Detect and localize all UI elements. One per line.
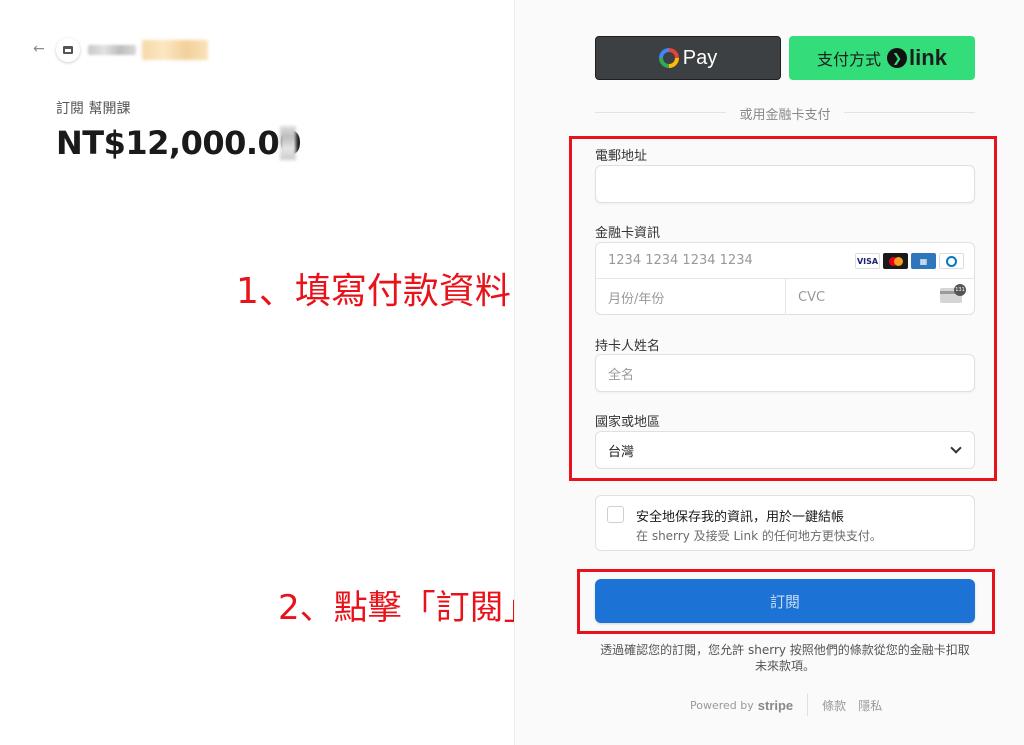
stripe-logo[interactable]: stripe	[758, 698, 793, 713]
product-name: 訂閱 幫開課	[56, 101, 131, 117]
link-pay-label: 支付方式	[817, 50, 882, 69]
link-wordmark: link	[909, 45, 947, 70]
store-icon	[63, 46, 73, 54]
checkout-page: ← 訂閱 幫開課 NT$12,000.00 1、填寫付款資料 2、點擊「訂閱」 …	[0, 0, 1024, 745]
annotation-box-form	[569, 136, 997, 481]
gpay-label: Pay	[682, 46, 718, 69]
annotation-step1: 1、填寫付款資料	[236, 271, 511, 312]
annotation-box-subscribe	[577, 569, 995, 634]
order-summary-panel: ← 訂閱 幫開課 NT$12,000.00 1、填寫付款資料 2、點擊「訂閱」	[0, 0, 538, 745]
save-info-box[interactable]: 安全地保存我的資訊，用於一鍵結帳 在 sherry 及接受 Link 的任何地方…	[595, 495, 975, 551]
link-pay-button[interactable]: 支付方式 ❯ link	[789, 36, 975, 80]
save-info-title: 安全地保存我的資訊，用於一鍵結帳	[636, 510, 845, 525]
google-pay-button[interactable]: Pay	[595, 36, 781, 80]
blurred-merchant-name	[88, 45, 136, 55]
footer-separator	[807, 694, 809, 716]
save-info-checkbox[interactable]	[607, 506, 624, 523]
google-g-icon	[658, 48, 679, 68]
powered-by-text: Powered by	[690, 698, 754, 712]
price-total: NT$12,000.00	[56, 124, 302, 162]
save-info-subtitle: 在 sherry 及接受 Link 的任何地方更快支付。	[636, 529, 882, 543]
blurred-interval	[280, 126, 296, 160]
link-arrow-icon: ❯	[887, 48, 908, 68]
divider-text: 或用金融卡支付	[726, 104, 844, 123]
privacy-link[interactable]: 隱私	[858, 697, 882, 714]
footer: Powered by stripe 條款 隱私	[690, 694, 894, 716]
merchant-logo	[56, 38, 80, 62]
terms-link[interactable]: 條款	[822, 697, 846, 714]
blurred-badge	[142, 40, 208, 60]
terms-text: 透過確認您的訂閱，您允許 sherry 按照他們的條款從您的金融卡扣取未來款項。	[600, 643, 970, 673]
annotation-step2: 2、點擊「訂閱」	[278, 588, 538, 628]
back-arrow-icon[interactable]: ←	[33, 41, 49, 57]
